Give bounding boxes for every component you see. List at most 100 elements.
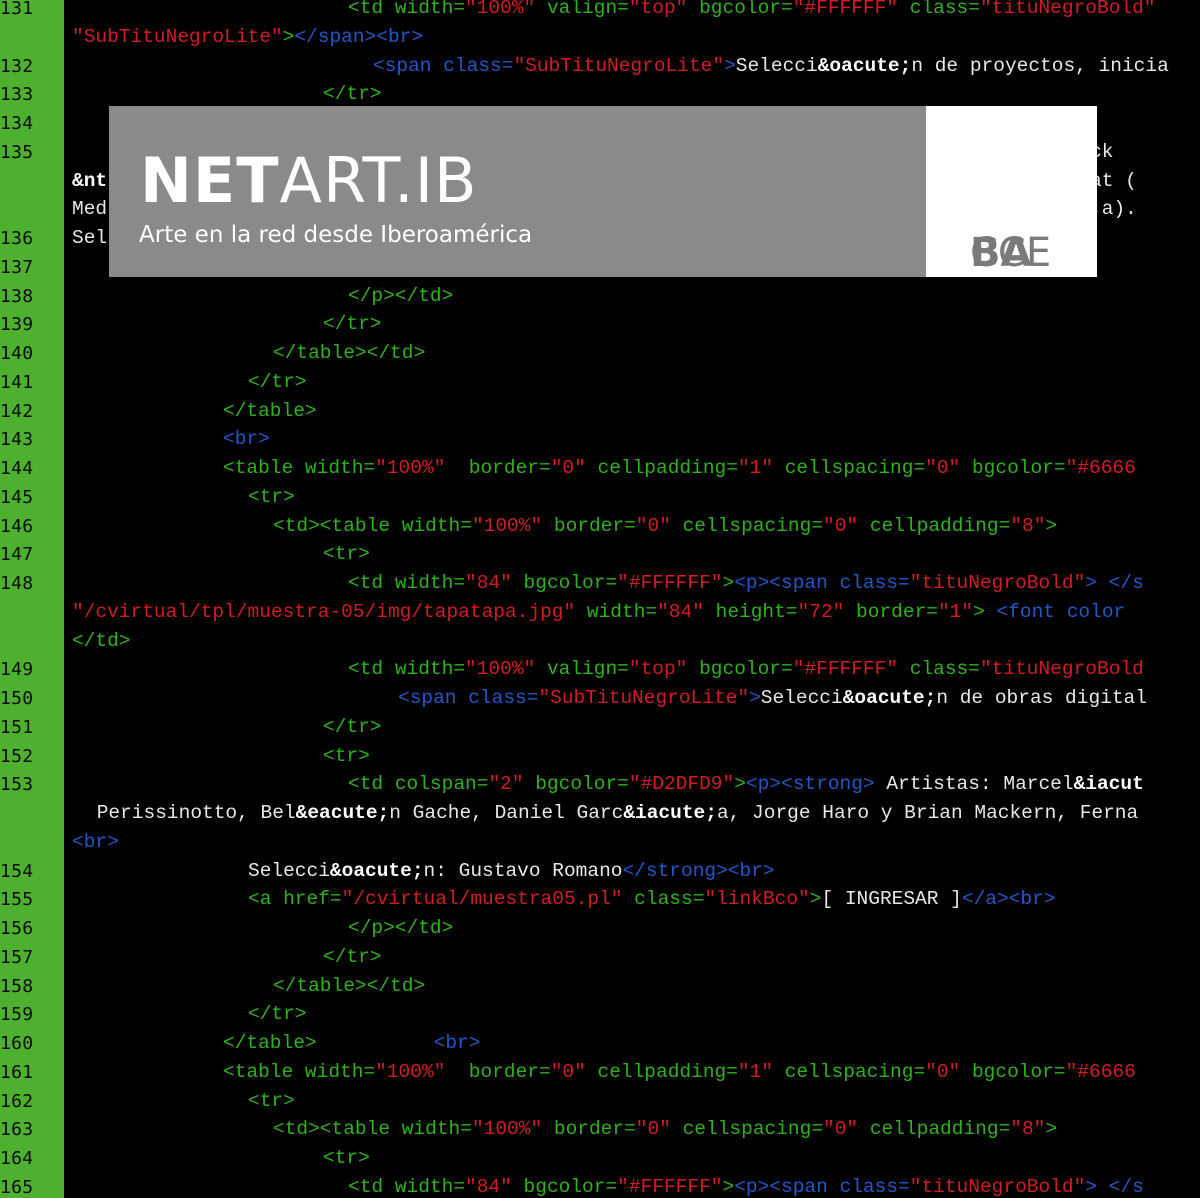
banner-tagline: Arte en la red desde Iberoamérica [139, 222, 533, 248]
code-token: valign= [535, 658, 629, 681]
code-token: bgcolor= [511, 1175, 618, 1198]
code-token: "top" [628, 0, 688, 19]
code-token: "0" [823, 514, 859, 537]
code-token: </tr> [248, 370, 307, 393]
code-token: Perissinotto, Bel [85, 802, 296, 824]
code-line: <br> [0, 828, 1200, 857]
code-token: "8" [1010, 514, 1046, 537]
code-text: </tr> [248, 368, 307, 397]
code-token: <tr> [248, 485, 295, 508]
code-token: &iacut [1073, 773, 1144, 796]
netart-logo-panel: NETART.IB Arte en la red desde Iberoamér… [109, 106, 926, 277]
code-token: > [722, 1175, 735, 1198]
code-token: "0" [635, 1118, 671, 1141]
code-token: > [973, 600, 985, 623]
code-text: <td width="84" bgcolor="#FFFFFF"><p><spa… [348, 569, 1144, 598]
code-token: "72" [797, 600, 845, 623]
cceba-bold-part: BA [970, 230, 1032, 276]
line-number: 134 [0, 113, 34, 134]
line-number: 150 [0, 688, 34, 709]
code-token: Selecci [760, 687, 843, 709]
line-number: 155 [0, 889, 34, 911]
code-line: 140 </table></td> [0, 339, 1200, 368]
code-token: n: Gustavo Romano [423, 859, 623, 882]
code-token: &oacute; [329, 859, 424, 882]
code-token: "0" [925, 457, 961, 479]
code-token: "0" [925, 1060, 961, 1083]
code-token: bgcolor= [960, 457, 1066, 479]
code-token: "84" [465, 572, 512, 594]
line-number: 145 [0, 486, 34, 508]
code-token: cellpadding= [585, 457, 738, 479]
code-token: "top" [628, 658, 688, 681]
line-number: 137 [0, 256, 34, 278]
code-token: </table> [223, 1032, 317, 1054]
code-token: valign= [535, 0, 629, 19]
code-text: <tr> [323, 540, 370, 569]
code-text: "/cvirtual/tpl/muestra-05/img/tapatapa.j… [72, 598, 1125, 627]
code-token: height= [703, 600, 798, 623]
code-text: <td width="100%" valign="top" bgcolor="#… [348, 0, 1156, 23]
code-token: "tituNegroBold" [909, 572, 1086, 594]
code-token: border= [542, 514, 636, 537]
line-number: 141 [0, 371, 34, 393]
code-token: Artistas: Marcel [874, 773, 1074, 796]
code-token: > [282, 25, 295, 48]
code-token: Sel [72, 227, 108, 249]
code-text: <br> [72, 828, 119, 857]
code-token: border= [844, 600, 938, 623]
code-token: "SubTituNegroLite" [72, 25, 283, 48]
line-number: 152 [0, 745, 34, 767]
code-token: <br> [72, 830, 119, 853]
code-text: <span class="SubTituNegroLite">Selecci&o… [373, 52, 1169, 81]
code-token: class= [839, 1175, 910, 1198]
code-line: 139 </tr> [0, 310, 1200, 339]
code-token: > [724, 54, 736, 77]
code-token: n Gache, Daniel Garc [389, 802, 624, 824]
line-number: 147 [0, 544, 34, 566]
code-line: 131 <td width="100%" valign="top" bgcolor… [0, 0, 1200, 23]
code-line: Perissinotto, Bel&eacute;n Gache, Daniel… [0, 799, 1200, 828]
code-token: <tr> [323, 1147, 370, 1169]
code-text: </tr> [323, 310, 382, 339]
code-token: a, Jorge Haro y Brian Mackern, Ferna [716, 802, 1139, 824]
line-number: 160 [0, 1033, 34, 1054]
code-token: <font color [984, 600, 1126, 623]
cceba-logo: CCE BA [926, 106, 1097, 277]
code-token: <table [223, 1060, 305, 1083]
line-number: 157 [0, 946, 34, 968]
code-token: "#D2DFD9" [628, 773, 735, 796]
line-number: 135 [0, 141, 34, 163]
code-text: <a href="/cvirtual/muestra05.pl" class="… [248, 885, 1056, 914]
code-token: width= [401, 514, 472, 537]
code-text: <table width="100%" border="0" cellpaddi… [223, 454, 1136, 483]
code-line: 133 </tr> [0, 80, 1200, 109]
code-token: n de proyectos, inicia [911, 54, 1169, 77]
code-token: "#FFFFFF" [792, 658, 899, 681]
code-token: <table [223, 457, 305, 479]
code-token: bgcolor= [687, 0, 793, 19]
code-token: n de obras digital [936, 687, 1147, 709]
code-token: "100%" [375, 1060, 446, 1083]
code-text: </tr> [323, 713, 382, 742]
code-text: </p></td> [348, 282, 453, 311]
code-token: border= [445, 457, 551, 479]
code-text: <td width="100%" valign="top" bgcolor="#… [348, 655, 1144, 684]
code-token: class= [443, 54, 514, 77]
code-token: "8" [1010, 1118, 1046, 1141]
code-token: width= [304, 457, 376, 479]
code-token: &oacute; [817, 54, 912, 77]
code-token: "tituNegroBold [979, 658, 1144, 681]
code-token: </a><br> [961, 888, 1056, 911]
code-token: cellspacing= [670, 1118, 824, 1141]
code-token: "0" [550, 457, 586, 479]
line-number: 164 [0, 1148, 34, 1169]
code-line: 165 <td width="84" bgcolor="#FFFFFF"><p><… [0, 1173, 1200, 1198]
line-number: 133 [0, 84, 34, 106]
code-token: "#6666 [1065, 1060, 1136, 1083]
code-token: &nt [72, 169, 108, 192]
line-number: 153 [0, 774, 34, 796]
code-token: cellspacing= [773, 457, 926, 479]
line-number: 154 [0, 860, 34, 882]
line-number: 149 [0, 659, 34, 681]
